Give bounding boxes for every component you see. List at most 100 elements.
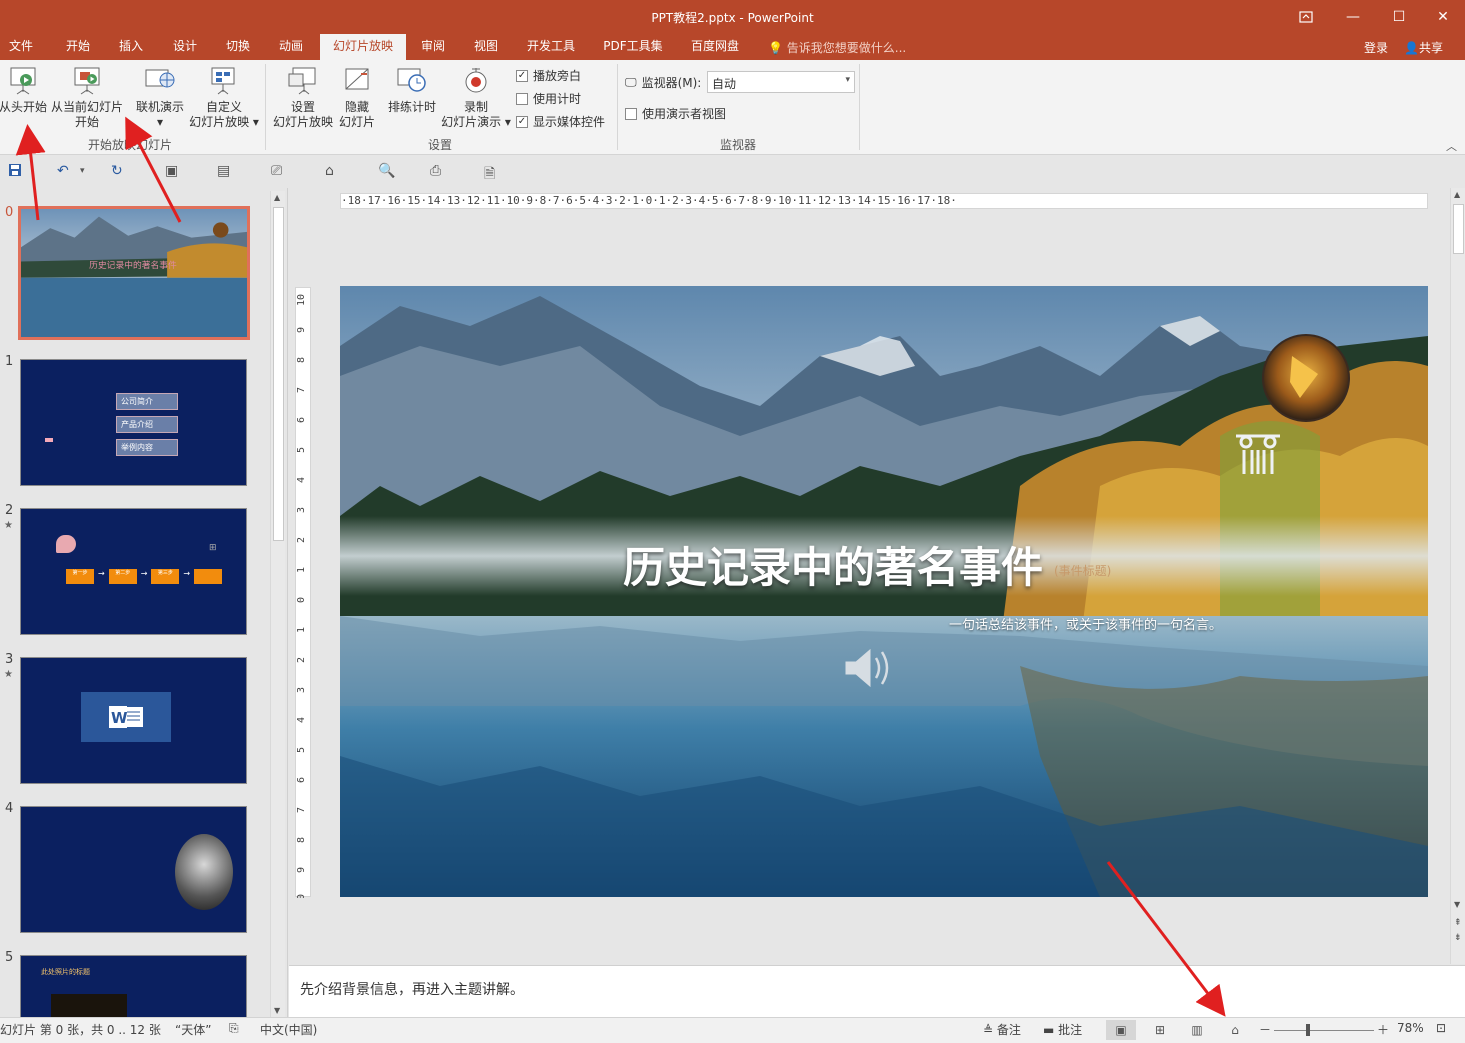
custom-slideshow-button[interactable]: 自定义 幻灯片放映 ▾ bbox=[187, 66, 261, 130]
tab-file[interactable]: 文件 bbox=[4, 34, 38, 60]
slide-count-status: 幻灯片 第 0 张，共 0 .. 12 张 bbox=[0, 1023, 161, 1037]
save-icon[interactable] bbox=[8, 163, 22, 181]
redo-icon[interactable]: ↻ bbox=[111, 163, 123, 179]
play-narrations-checkbox[interactable]: ✓ 播放旁白 bbox=[516, 67, 581, 84]
ruler-number: 3 bbox=[296, 507, 307, 513]
tab-pdf-tools[interactable]: PDF工具集 bbox=[598, 34, 668, 60]
tab-review[interactable]: 审阅 bbox=[416, 34, 450, 60]
slide-thumbnail-4[interactable] bbox=[20, 806, 247, 933]
setup-slideshow-button[interactable]: 设置 幻灯片放映 bbox=[270, 66, 336, 130]
ruler-number: 5 bbox=[296, 747, 307, 753]
next-slide-icon[interactable]: ⇟ bbox=[1454, 933, 1462, 944]
hide-slide-icon bbox=[345, 68, 369, 90]
tell-me-search[interactable]: 💡 告诉我您想要做什么... bbox=[768, 39, 906, 56]
tab-slideshow[interactable]: 幻灯片放映 bbox=[320, 34, 406, 60]
slide-subtitle[interactable]: 一句话总结该事件，或关于该事件的一句名言。 bbox=[949, 614, 1222, 633]
collapse-ribbon-icon[interactable]: ︿ bbox=[1446, 138, 1457, 154]
presenter-view-checkbox[interactable]: 使用演示者视图 bbox=[625, 105, 726, 122]
slide-canvas[interactable]: 历史记录中的著名事件 (事件标题) 一句话总结该事件，或关于该事件的一句名言。 bbox=[340, 286, 1428, 897]
slide-sorter-button[interactable]: ⊞ bbox=[1145, 1020, 1175, 1040]
present-icon[interactable]: ⎚ bbox=[271, 163, 282, 179]
ruler-number: 9 bbox=[296, 867, 307, 873]
notes-text[interactable]: 先介绍背景信息，再进入主题讲解。 bbox=[300, 979, 524, 999]
ribbon-display-options-icon[interactable] bbox=[1283, 0, 1329, 34]
from-current-slide-button[interactable]: 从当前幻灯片 开始 bbox=[49, 66, 125, 130]
slide-thumbnail-0[interactable]: 历史记录中的著名事件 bbox=[18, 206, 250, 340]
agenda-item: 举例内容 bbox=[116, 439, 178, 456]
scroll-down-icon[interactable]: ▼ bbox=[1454, 900, 1460, 909]
share-screen-icon[interactable]: ⎙ bbox=[430, 163, 441, 179]
editor-scrollbar[interactable]: ▲ ▼ ⇞ ⇟ bbox=[1450, 188, 1465, 964]
undo-icon[interactable]: ↶ bbox=[57, 163, 69, 179]
slideshow-view-button[interactable]: ⌂ bbox=[1220, 1020, 1250, 1040]
tab-home[interactable]: 开始 bbox=[61, 34, 95, 60]
slide-thumbnail-5[interactable]: 此处照片的标题 bbox=[20, 955, 247, 1017]
tab-developer[interactable]: 开发工具 bbox=[521, 34, 581, 60]
ruler-number: 0 bbox=[296, 597, 307, 603]
slide-number: 0 bbox=[5, 205, 14, 220]
print-preview-icon[interactable]: 🔍 bbox=[378, 163, 395, 179]
maximize-button[interactable]: ☐ bbox=[1376, 0, 1422, 34]
slide-title[interactable]: 历史记录中的著名事件 bbox=[623, 534, 1043, 595]
animation-star-icon: ★ bbox=[4, 520, 13, 531]
tab-design[interactable]: 设计 bbox=[168, 34, 202, 60]
scroll-up-icon[interactable]: ▲ bbox=[274, 193, 280, 202]
zoom-out-button[interactable]: － bbox=[1259, 1021, 1271, 1038]
new-slide-icon[interactable]: ▣ bbox=[165, 163, 178, 179]
arrow-right-icon: → bbox=[183, 569, 191, 578]
layout-icon[interactable]: ▤ bbox=[217, 163, 230, 179]
tab-baidu-pan[interactable]: 百度网盘 bbox=[686, 34, 744, 60]
tab-insert[interactable]: 插入 bbox=[114, 34, 148, 60]
language-status[interactable]: 中文(中国) bbox=[260, 1021, 317, 1038]
zoom-slider-handle[interactable] bbox=[1306, 1024, 1310, 1036]
spell-check-icon[interactable]: ⎘ bbox=[229, 1021, 239, 1036]
slide-thumbnail-2[interactable]: ⊞ 第一步 → 第二步 → 第三步 → bbox=[20, 508, 247, 635]
scrollbar-thumb[interactable] bbox=[273, 207, 284, 541]
slide-thumbnail-3[interactable]: W bbox=[20, 657, 247, 784]
present-online-button[interactable]: 联机演示 ▾ bbox=[133, 66, 187, 130]
use-timings-checkbox[interactable]: 使用计时 bbox=[516, 90, 581, 107]
reading-view-button[interactable]: ▥ bbox=[1182, 1020, 1212, 1040]
ruler-number: 10 bbox=[296, 294, 307, 306]
from-beginning-button[interactable]: 从头开始 bbox=[0, 66, 48, 115]
normal-view-button[interactable]: ▣ bbox=[1106, 1020, 1136, 1040]
tab-transitions[interactable]: 切换 bbox=[221, 34, 255, 60]
monitor-select[interactable]: 自动 ▾ bbox=[707, 71, 855, 93]
rehearse-timings-button[interactable]: 排练计时 bbox=[384, 66, 440, 115]
ruler-number: 6 bbox=[296, 777, 307, 783]
ribbon-separator bbox=[265, 64, 266, 150]
zoom-slider-track[interactable] bbox=[1274, 1030, 1374, 1031]
scrollbar-thumb[interactable] bbox=[1453, 204, 1464, 254]
zoom-level[interactable]: 78% bbox=[1397, 1021, 1424, 1035]
scroll-down-icon[interactable]: ▼ bbox=[274, 1006, 280, 1015]
tab-view[interactable]: 视图 bbox=[469, 34, 503, 60]
normal-view-icon: ▣ bbox=[1115, 1023, 1127, 1037]
undo-dropdown-icon[interactable]: ▾ bbox=[80, 166, 85, 176]
share-button[interactable]: 👤共享 bbox=[1404, 39, 1443, 56]
show-media-controls-checkbox[interactable]: ✓ 显示媒体控件 bbox=[516, 113, 605, 130]
close-button[interactable]: ✕ bbox=[1420, 0, 1465, 34]
notes-toggle-button[interactable]: ≜ 备注 bbox=[983, 1021, 1021, 1038]
ruler-number: 1 bbox=[296, 627, 307, 633]
slideshow-icon[interactable]: ⌂ bbox=[325, 163, 334, 179]
agenda-list: 公司简介 产品介绍 举例内容 bbox=[116, 393, 178, 456]
zoom-in-button[interactable]: ＋ bbox=[1377, 1021, 1389, 1038]
vertical-ruler-ticks: 10987654321012345678910 bbox=[296, 294, 307, 906]
scroll-up-icon[interactable]: ▲ bbox=[1454, 190, 1460, 199]
export-icon[interactable]: 🗎 bbox=[484, 163, 495, 187]
decoration-arrow-icon bbox=[45, 438, 53, 442]
hide-slide-button[interactable]: 隐藏 幻灯片 bbox=[337, 66, 377, 130]
slide-thumbnail-1[interactable]: 公司简介 产品介绍 举例内容 bbox=[20, 359, 247, 486]
ruler-number: 3 bbox=[296, 687, 307, 693]
comments-toggle-button[interactable]: ▬ 批注 bbox=[1043, 1021, 1082, 1038]
thumbnail-scrollbar[interactable]: ▲ ▼ bbox=[270, 191, 285, 1017]
checkbox-unchecked-icon bbox=[516, 92, 528, 105]
notes-pane[interactable]: 先介绍背景信息，再进入主题讲解。 bbox=[289, 965, 1465, 1017]
minimize-button[interactable]: — bbox=[1330, 0, 1376, 34]
record-slideshow-button[interactable]: 录制 幻灯片演示 ▾ bbox=[440, 66, 512, 130]
ribbon-separator bbox=[859, 64, 860, 150]
login-button[interactable]: 登录 bbox=[1364, 39, 1388, 56]
fit-to-window-icon[interactable]: ⊡ bbox=[1436, 1021, 1446, 1035]
tab-animations[interactable]: 动画 bbox=[274, 34, 308, 60]
previous-slide-icon[interactable]: ⇞ bbox=[1454, 918, 1462, 929]
